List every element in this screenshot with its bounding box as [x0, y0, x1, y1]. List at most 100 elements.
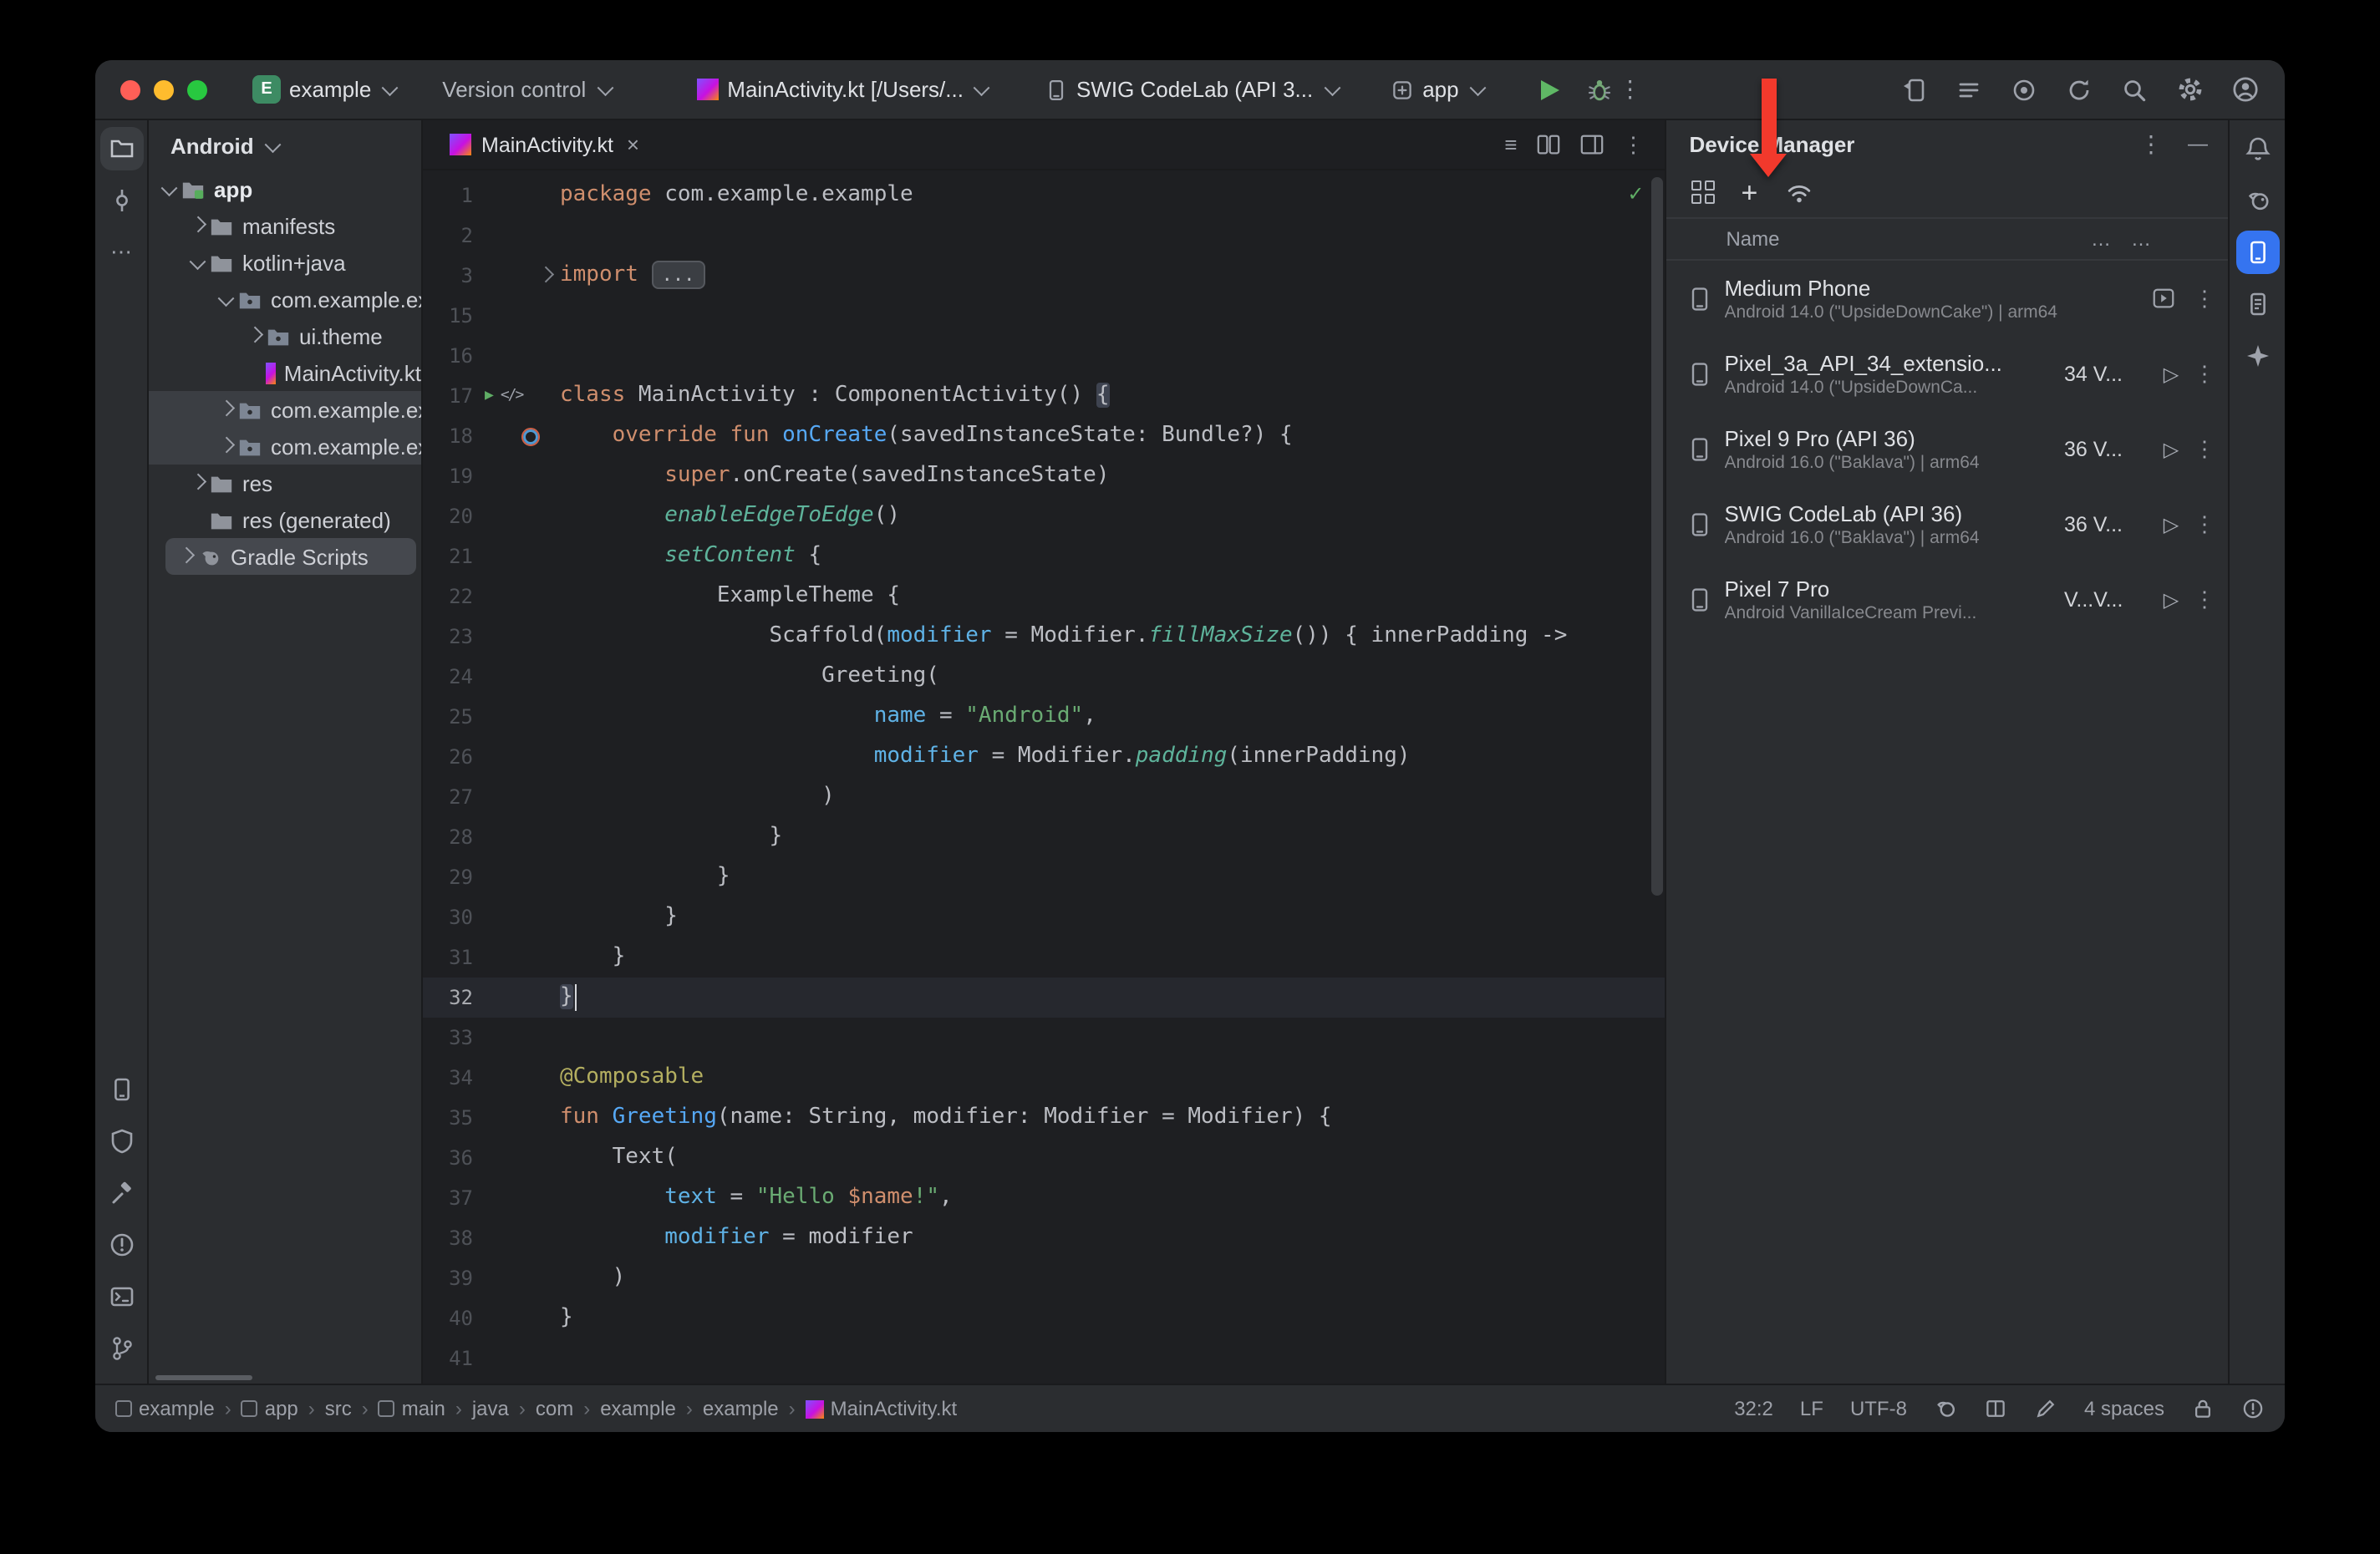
chevron-right-icon[interactable] — [175, 544, 197, 569]
breadcrumb-item[interactable]: app — [242, 1397, 298, 1420]
code-line[interactable]: 3import ... — [423, 256, 1664, 296]
tree-item[interactable]: kotlin+java — [149, 244, 421, 281]
code-line[interactable]: 17▶</>class MainActivity : ComponentActi… — [423, 376, 1664, 416]
code-line[interactable]: 36 Text( — [423, 1138, 1664, 1178]
column-name[interactable]: Name — [1726, 227, 1779, 251]
start-device-button[interactable]: ▷ — [2151, 362, 2191, 385]
code-line[interactable]: 22 ExampleTheme { — [423, 576, 1664, 617]
running-indicator-icon[interactable] — [2151, 286, 2191, 311]
code-line[interactable]: 23 Scaffold(modifier = Modifier.fillMaxS… — [423, 617, 1664, 657]
start-device-button[interactable]: ▷ — [2151, 437, 2191, 460]
code-line[interactable]: 19 super.onCreate(savedInstanceState) — [423, 456, 1664, 496]
run-gutter-icon[interactable]: ▶ — [485, 388, 494, 404]
caret-position-widget[interactable]: 32:2 — [1734, 1397, 1773, 1420]
code-line[interactable]: 1package com.example.example — [423, 175, 1664, 216]
logcat-button[interactable] — [1949, 69, 1989, 109]
run-file-selector[interactable]: MainActivity.kt [/Users/... — [689, 72, 999, 107]
code-line[interactable]: 35fun Greeting(name: String, modifier: M… — [423, 1098, 1664, 1138]
code-line[interactable]: 18 override fun onCreate(savedInstanceSt… — [423, 416, 1664, 456]
device-selector[interactable]: SWIG CodeLab (API 3... — [1036, 72, 1349, 107]
device-row[interactable]: SWIG CodeLab (API 36)Android 16.0 ("Bakl… — [1665, 486, 2228, 561]
breadcrumb-item[interactable]: example — [703, 1397, 779, 1420]
device-menu-button[interactable]: ⋮ — [2191, 435, 2218, 462]
device-menu-button[interactable]: ⋮ — [2191, 360, 2218, 387]
code-editor[interactable]: 1package com.example.example23import ...… — [423, 170, 1664, 1384]
editor-scrollbar[interactable] — [1649, 174, 1662, 1380]
tree-item[interactable]: res (generated) — [149, 501, 421, 538]
code-line[interactable]: 28 } — [423, 817, 1664, 857]
write-access-button[interactable] — [2191, 1397, 2215, 1420]
reader-mode-button[interactable] — [1984, 1397, 2007, 1420]
code-line[interactable]: 30 } — [423, 897, 1664, 937]
project-view-selector[interactable]: Android — [149, 120, 421, 170]
gradle-status-button[interactable] — [1934, 1397, 1957, 1420]
code-line[interactable]: 21 setContent { — [423, 536, 1664, 576]
problems-tool-button[interactable] — [99, 1223, 143, 1267]
column-api[interactable]: … — [2091, 227, 2111, 251]
assistant-tool-button[interactable] — [2235, 334, 2279, 378]
indent-widget[interactable]: 4 spaces — [2084, 1397, 2164, 1420]
tree-item[interactable]: res — [149, 465, 421, 501]
column-type[interactable]: … — [2131, 227, 2151, 251]
close-tab-button[interactable]: × — [627, 132, 639, 157]
device-row[interactable]: Pixel 7 ProAndroid VanillaIceCream Previ… — [1665, 561, 2228, 637]
tab-list-button[interactable]: ≡ — [1504, 132, 1517, 157]
device-mirroring-button[interactable] — [1894, 69, 1934, 109]
code-line[interactable]: 27 ) — [423, 777, 1664, 817]
code-line[interactable]: 2 — [423, 216, 1664, 256]
device-menu-button[interactable]: ⋮ — [2191, 510, 2218, 537]
chevron-down-icon[interactable] — [187, 250, 209, 275]
device-row[interactable]: Pixel 9 Pro (API 36)Android 16.0 ("Bakla… — [1665, 411, 2228, 486]
start-device-button[interactable]: ▷ — [2151, 512, 2191, 536]
compose-preview-icon[interactable]: </> — [501, 388, 523, 404]
zoom-window-button[interactable] — [187, 79, 207, 99]
chevron-down-icon[interactable] — [216, 287, 237, 312]
pair-wifi-button[interactable] — [1784, 180, 1813, 205]
commit-tool-button[interactable] — [99, 179, 143, 222]
code-line[interactable]: 41 — [423, 1338, 1664, 1379]
vcs-widget[interactable]: Version control — [434, 72, 622, 107]
sync-project-button[interactable] — [2059, 69, 2099, 109]
chevron-right-icon[interactable] — [216, 434, 237, 459]
code-line[interactable]: 16 — [423, 336, 1664, 376]
tree-item[interactable]: com.example.example — [149, 428, 421, 465]
line-separator-widget[interactable]: LF — [1800, 1397, 1823, 1420]
code-line[interactable]: 32} — [423, 978, 1664, 1018]
more-run-actions-button[interactable]: ⋮ — [1614, 75, 1647, 104]
play-policy-tool-button[interactable] — [99, 1120, 143, 1163]
code-line[interactable]: 31 } — [423, 937, 1664, 978]
project-tool-button[interactable] — [99, 127, 143, 170]
chevron-right-icon[interactable] — [244, 323, 266, 348]
hide-panel-button[interactable]: — — [2188, 132, 2208, 155]
gradle-tool-button[interactable] — [2235, 179, 2279, 222]
more-tool-windows-button[interactable]: ⋯ — [99, 231, 143, 274]
device-menu-button[interactable]: ⋮ — [2191, 285, 2218, 312]
editor-layout-button[interactable] — [1579, 132, 1604, 157]
panel-options-button[interactable]: ⋮ — [2134, 130, 2168, 158]
run-config-selector[interactable]: app — [1382, 72, 1494, 107]
minimize-window-button[interactable] — [154, 79, 174, 99]
chevron-right-icon[interactable] — [216, 397, 237, 422]
close-window-button[interactable] — [120, 79, 140, 99]
inspections-widget-button[interactable] — [2241, 1397, 2265, 1420]
account-button[interactable] — [2225, 69, 2265, 109]
tab-mainactivity[interactable]: MainActivity.kt × — [433, 120, 656, 169]
encoding-widget[interactable]: UTF-8 — [1850, 1397, 1907, 1420]
code-line[interactable]: 15 — [423, 296, 1664, 336]
run-button[interactable] — [1542, 79, 1560, 99]
tree-item[interactable]: manifests — [149, 207, 421, 244]
settings-button[interactable] — [2169, 69, 2210, 109]
code-line[interactable]: 34@Composable — [423, 1058, 1664, 1098]
terminal-tool-button[interactable] — [99, 1275, 143, 1318]
breadcrumb-item[interactable]: example — [600, 1397, 676, 1420]
inspections-ok-icon[interactable]: ✓ — [1627, 182, 1644, 206]
code-line[interactable]: 26 modifier = Modifier.padding(innerPadd… — [423, 737, 1664, 777]
running-devices-tool-button[interactable] — [99, 1068, 143, 1111]
notifications-button[interactable] — [2235, 127, 2279, 170]
device-row[interactable]: Medium PhoneAndroid 14.0 ("UpsideDownCak… — [1665, 261, 2228, 336]
app-insights-button[interactable] — [2004, 69, 2044, 109]
tree-item[interactable]: com.example.example — [149, 391, 421, 428]
breadcrumb-item[interactable]: example — [115, 1397, 215, 1420]
device-menu-button[interactable]: ⋮ — [2191, 586, 2218, 612]
search-everywhere-button[interactable] — [2114, 69, 2154, 109]
